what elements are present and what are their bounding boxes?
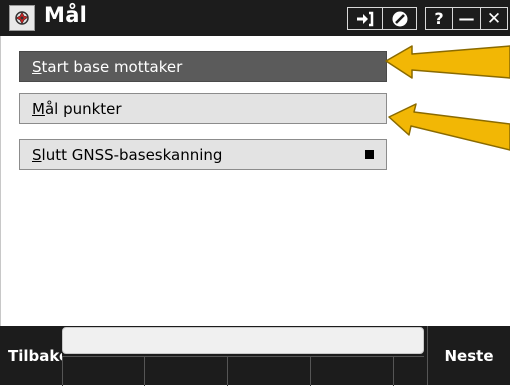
next-label: Neste	[444, 346, 494, 365]
back-button[interactable]: Tilbake	[0, 326, 62, 385]
next-button[interactable]: Neste	[428, 326, 510, 385]
bottom-bar: Tilbake Neste	[0, 326, 510, 386]
softkey-grid	[62, 356, 424, 386]
arrow-to-measure-points	[388, 103, 510, 151]
arrow-to-start-base	[385, 45, 510, 79]
status-input[interactable]	[62, 327, 424, 354]
back-label: Tilbake	[8, 346, 62, 365]
